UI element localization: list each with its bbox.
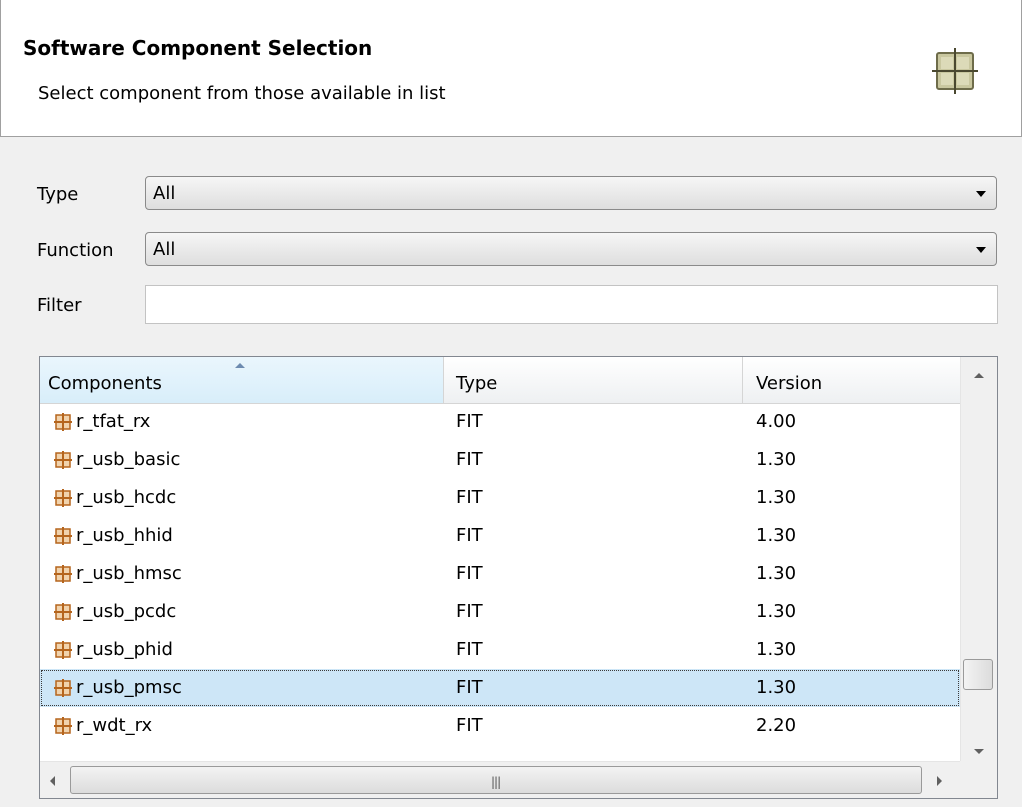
fit-module-icon xyxy=(54,413,72,431)
fit-module-icon xyxy=(54,489,72,507)
component-wizard-icon xyxy=(932,48,978,94)
sort-ascending-icon xyxy=(235,363,245,368)
table-row[interactable]: r_tfat_rx FIT 4.00 xyxy=(40,403,960,441)
type-combo[interactable]: All xyxy=(145,176,997,210)
type-label: Type xyxy=(37,184,79,205)
component-type: FIT xyxy=(456,487,483,508)
scroll-left-icon[interactable] xyxy=(50,776,55,786)
component-name: r_wdt_rx xyxy=(76,715,153,736)
table-row[interactable]: r_usb_hmsc FIT 1.30 xyxy=(40,555,960,593)
scrollbar-corner xyxy=(960,761,997,798)
table-row[interactable]: r_wdt_rx FIT 2.20 xyxy=(40,707,960,745)
component-version: 1.30 xyxy=(756,449,797,470)
grip-icon: ||| xyxy=(491,775,501,789)
fit-module-icon xyxy=(54,451,72,469)
fit-module-icon xyxy=(54,717,72,735)
table-header: Components Type Version xyxy=(40,357,960,404)
scroll-down-icon[interactable] xyxy=(974,749,984,754)
horizontal-scroll-thumb[interactable]: ||| xyxy=(70,766,922,794)
column-header-version[interactable]: Version xyxy=(743,357,960,403)
component-version: 1.30 xyxy=(756,525,797,546)
table-row[interactable]: r_usb_basic FIT 1.30 xyxy=(40,441,960,479)
filter-label: Filter xyxy=(37,295,82,316)
component-type: FIT xyxy=(456,715,483,736)
component-name: r_usb_hcdc xyxy=(76,487,177,508)
component-name: r_tfat_rx xyxy=(76,411,151,432)
component-type: FIT xyxy=(456,525,483,546)
fit-module-icon xyxy=(54,527,72,545)
fit-module-icon xyxy=(54,565,72,583)
component-version: 2.20 xyxy=(756,715,797,736)
fit-module-icon xyxy=(54,641,72,659)
component-version: 4.00 xyxy=(756,411,797,432)
component-name: r_usb_phid xyxy=(76,639,173,660)
horizontal-scrollbar[interactable]: ||| xyxy=(40,761,960,798)
component-name: r_usb_hmsc xyxy=(76,563,182,584)
type-combo-value: All xyxy=(153,183,176,204)
component-name: r_usb_hhid xyxy=(76,525,173,546)
function-combo[interactable]: All xyxy=(145,232,997,266)
component-type: FIT xyxy=(456,601,483,622)
table-body: r_tfat_rx FIT 4.00 r_usb_basic FIT 1.30 r_usb_… xyxy=(40,403,960,745)
dialog-header: Software Component Selection Select comp… xyxy=(0,0,1022,137)
component-name: r_usb_pmsc xyxy=(76,677,182,698)
component-type: FIT xyxy=(456,639,483,660)
vertical-scroll-thumb[interactable] xyxy=(963,659,993,690)
component-type: FIT xyxy=(456,563,483,584)
table-row[interactable]: r_usb_pcdc FIT 1.30 xyxy=(40,593,960,631)
component-version: 1.30 xyxy=(756,639,797,660)
component-name: r_usb_basic xyxy=(76,449,181,470)
table-row[interactable]: r_usb_hhid FIT 1.30 xyxy=(40,517,960,555)
column-header-type[interactable]: Type xyxy=(444,357,743,403)
component-type: FIT xyxy=(456,677,483,698)
function-label: Function xyxy=(37,240,114,261)
column-header-components-label: Components xyxy=(48,373,162,394)
fit-module-icon xyxy=(54,603,72,621)
component-version: 1.30 xyxy=(756,487,797,508)
chevron-down-icon xyxy=(976,247,986,253)
chevron-down-icon xyxy=(976,191,986,197)
component-version: 1.30 xyxy=(756,601,797,622)
table-row[interactable]: r_usb_phid FIT 1.30 xyxy=(40,631,960,669)
component-name: r_usb_pcdc xyxy=(76,601,177,622)
component-version: 1.30 xyxy=(756,677,797,698)
scroll-up-icon[interactable] xyxy=(974,373,984,378)
components-table[interactable]: Components Type Version r_tfat_rx FIT 4.00… xyxy=(39,356,998,799)
dialog-title: Software Component Selection xyxy=(23,36,373,60)
component-type: FIT xyxy=(456,411,483,432)
column-header-components[interactable]: Components xyxy=(40,357,444,403)
fit-module-icon xyxy=(54,679,72,697)
table-row[interactable]: r_usb_pmsc FIT 1.30 xyxy=(40,669,960,707)
dialog-subtitle: Select component from those available in… xyxy=(38,83,446,104)
function-combo-value: All xyxy=(153,239,176,260)
component-type: FIT xyxy=(456,449,483,470)
table-row[interactable]: r_usb_hcdc FIT 1.30 xyxy=(40,479,960,517)
vertical-scrollbar[interactable] xyxy=(960,357,997,761)
filter-input[interactable] xyxy=(145,285,998,324)
scroll-right-icon[interactable] xyxy=(937,776,942,786)
component-version: 1.30 xyxy=(756,563,797,584)
